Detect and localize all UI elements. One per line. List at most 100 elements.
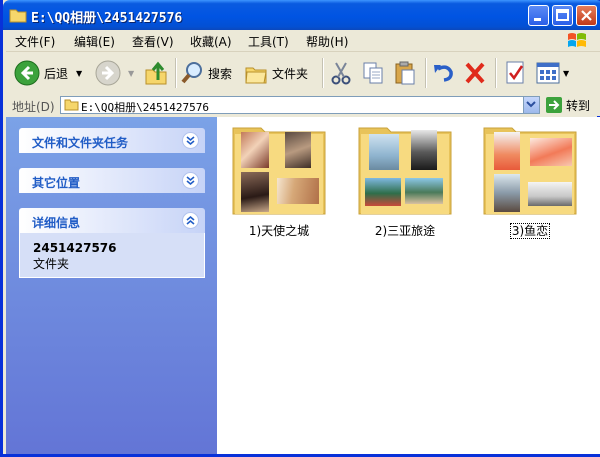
collapse-chevron-icon[interactable] (182, 212, 199, 229)
photo-folder-icon (357, 122, 453, 218)
toolbar-separator (322, 58, 324, 88)
photo-thumbnail (277, 178, 319, 204)
photo-thumbnail (241, 172, 269, 212)
expand-chevron-icon[interactable] (182, 172, 199, 189)
menu-bar: 文件(F) 编辑(E) 查看(V) 收藏(A) 工具(T) 帮助(H) (6, 30, 600, 52)
maximize-button[interactable] (552, 5, 573, 26)
menu-favorites[interactable]: 收藏(A) (190, 33, 232, 50)
panel-title: 其它位置 (32, 176, 81, 190)
back-button[interactable]: 后退 ▼ (14, 58, 82, 88)
menu-file[interactable]: 文件(F) (15, 33, 55, 50)
file-view: 1)天使之城 2)三亚旅途 3)鱼恋 (217, 117, 600, 454)
folder-label: 2)三亚旅途 (374, 224, 436, 238)
photo-thumbnail (494, 174, 520, 212)
back-dropdown-icon[interactable]: ▼ (76, 69, 82, 78)
photo-thumbnail (285, 132, 311, 168)
search-button[interactable]: 搜索 (180, 58, 232, 88)
search-icon (181, 62, 202, 84)
panel-title: 详细信息 (32, 216, 81, 230)
minimize-button[interactable] (528, 5, 549, 26)
go-label: 转到 (566, 98, 591, 113)
task-pane: 文件和文件夹任务 其它位置 详细信息 2451427576 文件夹 (6, 117, 217, 454)
photo-thumbnail (530, 138, 572, 166)
photo-thumbnail (411, 130, 437, 170)
address-label: 地址(D) (12, 100, 55, 114)
back-label: 后退 (44, 66, 69, 81)
cut-button[interactable] (329, 58, 353, 88)
back-arrow-icon (14, 60, 40, 86)
menu-help[interactable]: 帮助(H) (306, 33, 348, 50)
photo-thumbnail (241, 132, 269, 168)
close-icon (581, 10, 592, 21)
folders-icon (245, 67, 267, 84)
folder-item[interactable]: 1)天使之城 (231, 122, 327, 239)
chevron-down-icon (526, 101, 536, 108)
explorer-window: E:\QQ相册\2451427576 文件(F) 编辑(E) 查看(V) 收藏(… (0, 0, 600, 457)
expand-chevron-icon[interactable] (182, 132, 199, 149)
toolbar: 后退 ▼ ▼ 搜索 文件夹 ▼ (6, 52, 600, 95)
folder-item[interactable]: 2)三亚旅途 (357, 122, 453, 239)
copy-icon (363, 62, 383, 84)
views-dropdown-icon[interactable]: ▼ (563, 69, 569, 78)
folder-label-text: 3)鱼恋 (509, 223, 551, 239)
address-input[interactable]: E:\QQ相册\2451427576 (60, 96, 540, 114)
minimize-icon (534, 18, 541, 21)
windows-logo-icon (568, 33, 586, 47)
menu-view[interactable]: 查看(V) (132, 33, 174, 50)
toolbar-separator (175, 58, 177, 88)
photo-folder-icon (482, 122, 578, 218)
undo-button[interactable] (431, 58, 455, 88)
undo-icon (434, 65, 453, 82)
maximize-icon (556, 9, 569, 21)
details-name: 2451427576 (33, 241, 117, 255)
details-type: 文件夹 (33, 257, 70, 271)
go-arrow-icon (546, 97, 562, 113)
menu-tools[interactable]: 工具(T) (248, 33, 289, 50)
forward-dropdown-icon[interactable]: ▼ (128, 69, 134, 78)
photo-thumbnail (365, 178, 401, 206)
photo-thumbnail (369, 134, 399, 170)
up-folder-icon (145, 61, 167, 85)
search-label: 搜索 (208, 66, 233, 81)
file-folder-tasks-header[interactable]: 文件和文件夹任务 (19, 128, 205, 153)
folder-icon (64, 99, 79, 111)
delete-button[interactable] (463, 58, 487, 88)
other-places-header[interactable]: 其它位置 (19, 168, 205, 193)
window-title: E:\QQ相册\2451427576 (31, 11, 183, 26)
views-icon (536, 62, 560, 84)
panel-title: 文件和文件夹任务 (32, 136, 129, 150)
folder-label: 3)鱼恋 (482, 222, 578, 239)
address-dropdown-button[interactable] (523, 97, 539, 113)
properties-button[interactable] (503, 58, 527, 88)
menu-edit[interactable]: 编辑(E) (74, 33, 115, 50)
photo-thumbnail (405, 178, 443, 204)
toolbar-separator (495, 58, 497, 88)
folder-item-selected[interactable]: 3)鱼恋 (482, 122, 578, 239)
delete-icon (465, 62, 485, 84)
folder-label: 1)天使之城 (248, 224, 310, 238)
details-header[interactable]: 详细信息 (19, 208, 205, 233)
close-button[interactable] (576, 5, 597, 26)
folders-label: 文件夹 (272, 66, 309, 81)
other-places-panel: 其它位置 (19, 168, 205, 193)
file-folder-tasks-panel: 文件和文件夹任务 (19, 128, 205, 153)
copy-button[interactable] (361, 58, 385, 88)
photo-thumbnail (494, 132, 520, 170)
folder-icon (9, 9, 27, 23)
forward-button[interactable]: ▼ (95, 58, 134, 88)
photo-folder-icon (231, 122, 327, 218)
folders-button[interactable]: 文件夹 (244, 58, 308, 88)
toolbar-separator (425, 58, 427, 88)
title-bar[interactable]: E:\QQ相册\2451427576 (3, 0, 600, 30)
properties-icon (506, 61, 524, 84)
details-panel: 详细信息 2451427576 文件夹 (19, 208, 205, 278)
up-folder-button[interactable] (144, 58, 168, 88)
details-body: 2451427576 文件夹 (19, 233, 205, 278)
photo-thumbnail (528, 182, 572, 206)
go-button[interactable]: 转到 (546, 96, 590, 114)
views-button[interactable]: ▼ (535, 58, 569, 88)
forward-arrow-icon (95, 60, 121, 86)
cut-icon (331, 62, 351, 85)
paste-button[interactable] (393, 58, 417, 88)
paste-icon (395, 61, 415, 85)
